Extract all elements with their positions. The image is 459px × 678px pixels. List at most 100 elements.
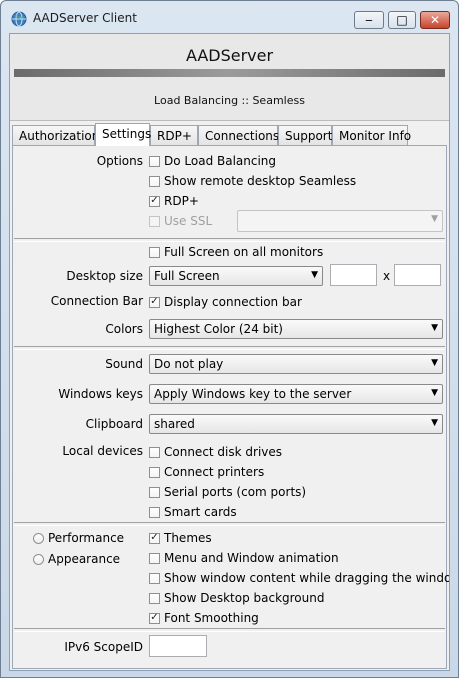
desktop-size-select[interactable]: Full Screen ▼	[149, 266, 323, 286]
connection-bar-checkbox[interactable]: ✓ Display connection bar	[149, 294, 302, 310]
chevron-down-icon: ▼	[431, 358, 438, 368]
height-input[interactable]	[394, 264, 441, 286]
checkbox-box	[149, 486, 160, 498]
checkbox-label: Serial ports (com ports)	[164, 485, 307, 499]
check-icon: ✓	[149, 296, 160, 308]
checkbox-box	[149, 592, 160, 604]
close-icon: ✕	[429, 13, 441, 27]
globe-icon	[11, 11, 27, 27]
ipv6-scopeid-label: IPv6 ScopeID	[64, 640, 143, 654]
header-band: AADServer Load Balancing :: Seamless	[10, 34, 449, 121]
full-screen-all-checkbox[interactable]: Full Screen on all monitors	[149, 244, 323, 260]
desktop-size-label: Desktop size	[66, 269, 143, 283]
ipv6-scopeid-input[interactable]	[149, 635, 207, 657]
tab-connections[interactable]: Connections	[198, 125, 279, 145]
section-divider	[14, 522, 445, 526]
section-divider	[14, 628, 445, 632]
drag-content-checkbox[interactable]: Show window content while dragging the w…	[149, 570, 450, 586]
select-value: Highest Color (24 bit)	[154, 322, 283, 336]
colors-select[interactable]: Highest Color (24 bit) ▼	[149, 319, 443, 339]
appearance-radio[interactable]: Appearance	[33, 551, 120, 567]
select-value: Full Screen	[154, 269, 220, 283]
clipboard-select[interactable]: shared ▼	[149, 414, 443, 434]
tab-monitor-info[interactable]: Monitor Info	[332, 125, 411, 145]
checkbox-box	[149, 155, 160, 167]
font-smoothing-checkbox[interactable]: ✓ Font Smoothing	[149, 610, 259, 626]
themes-checkbox[interactable]: ✓ Themes	[149, 530, 212, 546]
checkbox-box	[149, 175, 160, 187]
checkbox-label: Show remote desktop Seamless	[164, 174, 357, 188]
checkbox-label: Display connection bar	[164, 295, 302, 309]
do-load-balancing-checkbox[interactable]: Do Load Balancing	[149, 153, 276, 169]
checkbox-label: RDP+	[164, 194, 199, 208]
connect-printers-checkbox[interactable]: Connect printers	[149, 464, 264, 480]
section-divider	[14, 238, 445, 242]
minimize-icon: ‒	[365, 13, 373, 27]
colors-label: Colors	[105, 322, 143, 336]
checkbox-label: Use SSL	[164, 214, 213, 228]
chevron-down-icon: ▼	[431, 214, 438, 224]
use-ssl-checkbox[interactable]: Use SSL	[149, 213, 212, 229]
tab-settings[interactable]: Settings	[95, 123, 151, 146]
smart-cards-checkbox[interactable]: Smart cards	[149, 504, 237, 520]
sound-label: Sound	[105, 357, 143, 371]
chevron-down-icon: ▼	[431, 323, 438, 333]
windows-keys-label: Windows keys	[58, 387, 143, 401]
client-area: AADServer Load Balancing :: Seamless Aut…	[9, 33, 450, 671]
checkbox-box	[149, 466, 160, 478]
checkbox-box	[149, 246, 160, 258]
tab-authorization[interactable]: Authorization	[12, 125, 99, 145]
tab-rdp-plus[interactable]: RDP+	[150, 125, 198, 145]
serial-ports-checkbox[interactable]: Serial ports (com ports)	[149, 484, 306, 500]
select-value: Apply Windows key to the server	[154, 387, 352, 401]
windows-keys-select[interactable]: Apply Windows key to the server ▼	[149, 384, 443, 404]
width-input[interactable]	[330, 264, 377, 286]
options-label: Options	[96, 154, 143, 168]
checkbox-box	[149, 215, 160, 227]
maximize-button[interactable]: □	[388, 11, 416, 29]
checkbox-label: Menu and Window animation	[164, 551, 339, 565]
checkbox-box	[149, 572, 160, 584]
checkbox-box	[149, 552, 160, 564]
check-icon: ✓	[149, 612, 160, 624]
minimize-button[interactable]: ‒	[354, 11, 384, 29]
checkbox-label: Font Smoothing	[164, 611, 259, 625]
select-value: shared	[154, 417, 195, 431]
clipboard-label: Clipboard	[85, 417, 143, 431]
menu-animation-checkbox[interactable]: Menu and Window animation	[149, 550, 339, 566]
chevron-down-icon: ▼	[311, 270, 318, 280]
rdp-plus-checkbox[interactable]: ✓ RDP+	[149, 193, 199, 209]
mode-subtitle: Load Balancing :: Seamless	[154, 94, 305, 107]
connect-disk-drives-checkbox[interactable]: Connect disk drives	[149, 444, 282, 460]
connection-bar-label: Connection Bar	[50, 294, 143, 308]
performance-radio[interactable]: Performance	[33, 530, 124, 546]
checkbox-label: Full Screen on all monitors	[164, 245, 324, 259]
app-name: AADServer	[185, 46, 274, 65]
checkbox-label: Show window content while dragging the w…	[164, 571, 450, 585]
app-window: AADServer Client ‒ □ ✕ AADServer Load Ba…	[0, 0, 459, 678]
seamless-checkbox[interactable]: Show remote desktop Seamless	[149, 173, 356, 189]
radio-label: Performance	[48, 531, 125, 545]
chevron-down-icon: ▼	[431, 388, 438, 398]
tab-support[interactable]: Support	[278, 125, 332, 145]
checkbox-label: Smart cards	[164, 505, 237, 519]
desktop-background-checkbox[interactable]: Show Desktop background	[149, 590, 324, 606]
section-divider	[14, 346, 445, 350]
window-title: AADServer Client	[33, 11, 137, 25]
ssl-select[interactable]: ▼	[237, 210, 443, 232]
close-button[interactable]: ✕	[420, 11, 450, 29]
title-bar[interactable]: AADServer Client ‒ □ ✕	[1, 1, 458, 35]
settings-panel: Options Do Load Balancing Show remote de…	[12, 145, 450, 669]
local-devices-label: Local devices	[62, 444, 143, 458]
radio-label: Appearance	[48, 552, 121, 566]
radio-circle	[33, 532, 44, 544]
check-icon: ✓	[149, 532, 160, 544]
sound-select[interactable]: Do not play ▼	[149, 354, 443, 374]
size-separator: x	[383, 269, 391, 283]
checkbox-label: Connect printers	[164, 465, 265, 479]
checkbox-box	[149, 446, 160, 458]
checkbox-box	[149, 506, 160, 518]
maximize-icon: □	[396, 13, 408, 27]
chevron-down-icon: ▼	[431, 418, 438, 428]
radio-circle	[33, 553, 44, 565]
